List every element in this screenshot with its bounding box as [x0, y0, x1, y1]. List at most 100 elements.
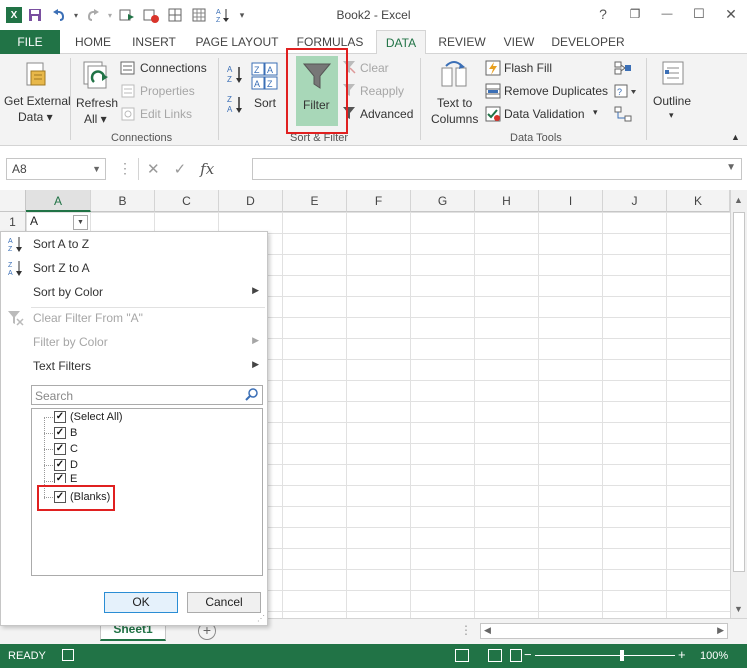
- sort-z-a-icon[interactable]: ZA: [226, 94, 244, 114]
- expand-formula-bar-icon[interactable]: ▼: [726, 162, 736, 173]
- formula-input[interactable]: ▼: [252, 158, 742, 180]
- column-header-d[interactable]: D: [219, 190, 283, 212]
- checkbox-checked[interactable]: ✓: [54, 443, 66, 455]
- list-item-select-all[interactable]: ✓ (Select All): [54, 409, 123, 425]
- column-header-j[interactable]: J: [603, 190, 667, 212]
- menu-filter-by-color[interactable]: Filter by Color ▶: [1, 330, 267, 354]
- text-to-columns-label2[interactable]: Columns: [431, 112, 478, 126]
- get-external-data-dropdown[interactable]: Data ▾: [18, 110, 53, 124]
- column-header-h[interactable]: H: [475, 190, 539, 212]
- what-if-analysis-icon[interactable]: ?: [614, 83, 638, 99]
- close-icon[interactable]: ✕: [715, 0, 747, 28]
- minimize-icon[interactable]: —: [651, 0, 683, 28]
- advanced-button[interactable]: Advanced: [360, 107, 413, 121]
- list-item-b[interactable]: ✓ B: [54, 425, 77, 441]
- name-box[interactable]: A8 ▼: [6, 158, 106, 180]
- tab-view[interactable]: VIEW: [498, 30, 540, 54]
- select-all-corner[interactable]: [0, 190, 26, 212]
- text-to-columns-button[interactable]: Text to: [437, 96, 472, 110]
- column-header-i[interactable]: I: [539, 190, 603, 212]
- autofilter-dropdown-button[interactable]: ▼: [73, 215, 88, 230]
- cancel-button[interactable]: Cancel: [187, 592, 261, 613]
- column-header-e[interactable]: E: [283, 190, 347, 212]
- checkbox-checked[interactable]: ✓: [54, 427, 66, 439]
- page-layout-view-icon[interactable]: [488, 649, 502, 662]
- sheet-bar-grip-icon[interactable]: ⋮: [460, 623, 472, 637]
- scroll-up-icon[interactable]: ▲: [734, 195, 743, 205]
- column-header-b[interactable]: B: [91, 190, 155, 212]
- zoom-out-button[interactable]: −: [524, 647, 532, 662]
- normal-view-icon[interactable]: [455, 649, 469, 662]
- tab-home[interactable]: HOME: [66, 30, 120, 54]
- tab-developer[interactable]: DEVELOPER: [548, 30, 628, 54]
- column-header-a[interactable]: A: [26, 190, 91, 212]
- checkbox-checked[interactable]: ✓: [54, 459, 66, 471]
- scroll-right-icon[interactable]: ▶: [717, 625, 724, 636]
- list-item-c[interactable]: ✓ C: [54, 441, 78, 457]
- data-validation-dropdown[interactable]: ▾: [593, 107, 598, 118]
- tab-data[interactable]: DATA: [376, 30, 426, 55]
- zoom-slider-thumb[interactable]: [620, 650, 624, 661]
- scroll-left-icon[interactable]: ◀: [484, 625, 491, 636]
- filter-search-input[interactable]: Search: [31, 385, 263, 405]
- connections-button[interactable]: Connections: [140, 61, 207, 75]
- data-validation-button[interactable]: Data Validation: [504, 107, 585, 121]
- column-header-c[interactable]: C: [155, 190, 219, 212]
- ribbon-display-icon[interactable]: ❐: [619, 0, 651, 28]
- menu-text-filters[interactable]: Text Filters ▶: [1, 354, 267, 378]
- search-icon[interactable]: [245, 387, 259, 404]
- column-header-f[interactable]: F: [347, 190, 411, 212]
- resize-grip-icon[interactable]: ⋰: [257, 614, 265, 623]
- tab-insert[interactable]: INSERT: [126, 30, 182, 54]
- confirm-entry-icon[interactable]: ✓: [174, 160, 187, 178]
- macro-record-icon[interactable]: [62, 649, 74, 661]
- page-break-view-icon[interactable]: [510, 649, 522, 662]
- checkbox-checked[interactable]: ✓: [54, 473, 66, 483]
- cancel-entry-icon[interactable]: ✕: [147, 160, 160, 178]
- tab-file[interactable]: FILE: [0, 30, 60, 54]
- horizontal-scrollbar[interactable]: ◀ ▶: [480, 623, 728, 639]
- column-header-g[interactable]: G: [411, 190, 475, 212]
- ok-button[interactable]: OK: [104, 592, 178, 613]
- filter-values-list[interactable]: ✓ (Select All) ✓ B ✓ C ✓ D ✓ E ✓ (Blanks…: [31, 408, 263, 576]
- refresh-icon[interactable]: [82, 60, 112, 92]
- zoom-level[interactable]: 100%: [700, 650, 728, 662]
- properties-button[interactable]: Properties: [140, 84, 195, 98]
- scroll-down-icon[interactable]: ▼: [734, 604, 743, 614]
- database-icon[interactable]: [22, 60, 50, 90]
- sort-button[interactable]: Sort: [254, 96, 276, 110]
- edit-links-button[interactable]: Edit Links: [140, 107, 192, 121]
- tab-review[interactable]: REVIEW: [434, 30, 490, 54]
- flash-fill-button[interactable]: Flash Fill: [504, 61, 552, 75]
- text-to-columns-icon[interactable]: [440, 60, 470, 92]
- refresh-all-button[interactable]: Refresh: [76, 96, 118, 110]
- sort-dialog-icon[interactable]: ZAAZ: [251, 62, 279, 92]
- get-external-data-button[interactable]: Get External: [4, 94, 71, 108]
- vertical-scroll-thumb[interactable]: [733, 212, 745, 572]
- outline-button[interactable]: Outline: [653, 94, 691, 108]
- outline-dropdown[interactable]: ▾: [669, 110, 674, 121]
- menu-sort-z-a[interactable]: ZA Sort Z to A: [1, 256, 267, 280]
- list-item-e[interactable]: ✓ E: [54, 473, 77, 483]
- zoom-in-button[interactable]: +: [678, 647, 686, 662]
- zoom-slider[interactable]: [535, 655, 675, 656]
- tab-page-layout[interactable]: PAGE LAYOUT: [190, 30, 284, 54]
- insert-function-icon[interactable]: fx: [200, 160, 214, 178]
- outline-icon[interactable]: [658, 60, 688, 88]
- clear-button[interactable]: Clear: [360, 61, 389, 75]
- consolidate-icon[interactable]: [614, 60, 632, 76]
- checkbox-checked[interactable]: ✓: [54, 411, 66, 423]
- menu-clear-filter[interactable]: Clear Filter From "A": [1, 306, 267, 330]
- collapse-ribbon-icon[interactable]: ▲: [731, 132, 740, 142]
- reapply-button[interactable]: Reapply: [360, 84, 404, 98]
- column-header-k[interactable]: K: [667, 190, 730, 212]
- sort-a-z-icon[interactable]: AZ: [226, 64, 244, 84]
- relationships-icon[interactable]: [614, 106, 632, 122]
- menu-sort-a-z[interactable]: AZ Sort A to Z: [1, 232, 267, 256]
- menu-sort-by-color[interactable]: Sort by Color ▶: [1, 280, 267, 304]
- cell-a1[interactable]: A: [30, 214, 38, 228]
- refresh-all-dropdown[interactable]: All ▾: [84, 112, 107, 126]
- vertical-scrollbar[interactable]: ▲ ▼: [730, 190, 747, 618]
- name-box-dropdown-icon[interactable]: ▼: [92, 159, 101, 179]
- row-header-1[interactable]: 1: [0, 212, 26, 233]
